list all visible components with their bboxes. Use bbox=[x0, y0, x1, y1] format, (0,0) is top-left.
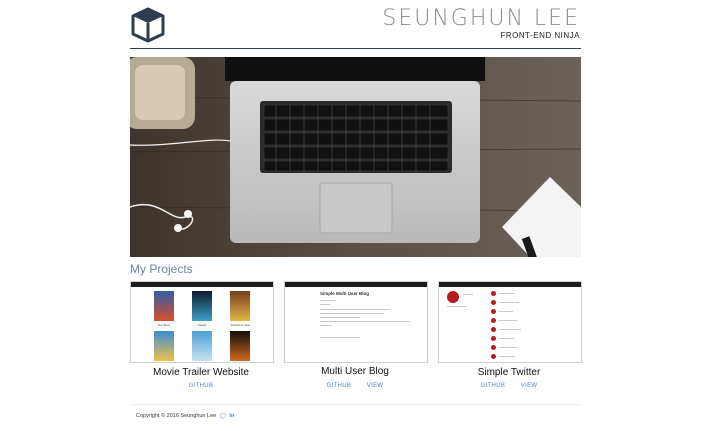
poster-label: School of rock bbox=[230, 323, 250, 327]
thumb-text-line bbox=[499, 293, 515, 294]
poster-label: Avatar bbox=[197, 323, 207, 327]
site-tagline: FRONT-END NINJA bbox=[500, 31, 580, 40]
linkedin-icon[interactable]: in bbox=[229, 413, 234, 419]
thumb-text-line bbox=[499, 302, 519, 303]
tweet-avatar bbox=[491, 345, 496, 350]
thumb-text-line bbox=[320, 304, 330, 305]
thumb-text-line bbox=[320, 317, 360, 318]
github-icon[interactable]: ◯ bbox=[220, 413, 226, 419]
thumb-navbar bbox=[285, 282, 427, 287]
thumb-navbar bbox=[439, 282, 581, 287]
footer-divider bbox=[130, 404, 581, 405]
poster bbox=[154, 291, 174, 321]
thumb-text-line bbox=[499, 356, 515, 357]
tweet-avatar bbox=[491, 354, 496, 359]
hero-image bbox=[130, 57, 581, 257]
tweet-avatar bbox=[491, 336, 496, 341]
thumb-text-line bbox=[499, 320, 517, 321]
poster bbox=[192, 331, 212, 361]
view-link[interactable]: VIEW bbox=[521, 383, 538, 389]
thumb-text-line bbox=[499, 329, 521, 330]
project-title: Multi User Blog bbox=[321, 366, 389, 377]
cube-logo-icon[interactable] bbox=[130, 7, 166, 43]
tweet-avatar bbox=[491, 327, 496, 332]
project-links: GITHUB bbox=[130, 383, 272, 389]
header-divider bbox=[130, 48, 581, 49]
thumb-text-line bbox=[499, 347, 518, 348]
thumb-text-line bbox=[320, 313, 384, 314]
footer: Copyright © 2016 Seunghun Lee ◯ in bbox=[136, 413, 234, 419]
github-link[interactable]: GITHUB bbox=[481, 383, 505, 389]
thumb-avatar bbox=[447, 291, 459, 303]
thumb-heading: Simple Multi User Blog bbox=[320, 291, 370, 296]
thumb-text-line bbox=[463, 294, 473, 295]
poster bbox=[192, 291, 212, 321]
project-links: GITHUB VIEW bbox=[438, 383, 580, 389]
tweet-avatar bbox=[491, 318, 496, 323]
thumb-navbar bbox=[131, 282, 273, 287]
poster bbox=[230, 331, 250, 361]
project-thumbnail-twitter[interactable] bbox=[438, 281, 582, 363]
view-link[interactable]: VIEW bbox=[367, 383, 384, 389]
thumb-text-line bbox=[447, 306, 467, 307]
thumb-text-line bbox=[499, 311, 513, 312]
tweet-avatar bbox=[491, 300, 496, 305]
project-thumbnail-movie-trailer[interactable]: Toy Story Avatar School of rock bbox=[130, 281, 274, 363]
copyright-text: Copyright © 2016 Seunghun Lee bbox=[136, 413, 217, 419]
thumb-text-line bbox=[320, 300, 336, 301]
github-link[interactable]: GITHUB bbox=[327, 383, 351, 389]
thumb-text-line bbox=[320, 337, 360, 338]
project-title: Movie Trailer Website bbox=[153, 367, 249, 378]
project-links: GITHUB VIEW bbox=[284, 383, 426, 389]
poster bbox=[154, 331, 174, 361]
project-title: Simple Twitter bbox=[477, 367, 541, 378]
project-thumbnail-blog[interactable]: Simple Multi User Blog bbox=[284, 281, 428, 363]
section-title: My Projects bbox=[130, 262, 193, 276]
thumb-text-line bbox=[499, 338, 514, 339]
site-owner-name: SEUNGHUN LEE bbox=[382, 6, 580, 31]
tweet-avatar bbox=[491, 309, 496, 314]
poster-label: Toy Story bbox=[157, 323, 171, 327]
thumb-text-line bbox=[320, 321, 410, 322]
tweet-avatar bbox=[491, 291, 496, 296]
github-link[interactable]: GITHUB bbox=[189, 383, 213, 389]
thumb-text-line bbox=[320, 309, 390, 310]
poster bbox=[230, 291, 250, 321]
thumb-text-line bbox=[320, 325, 332, 326]
